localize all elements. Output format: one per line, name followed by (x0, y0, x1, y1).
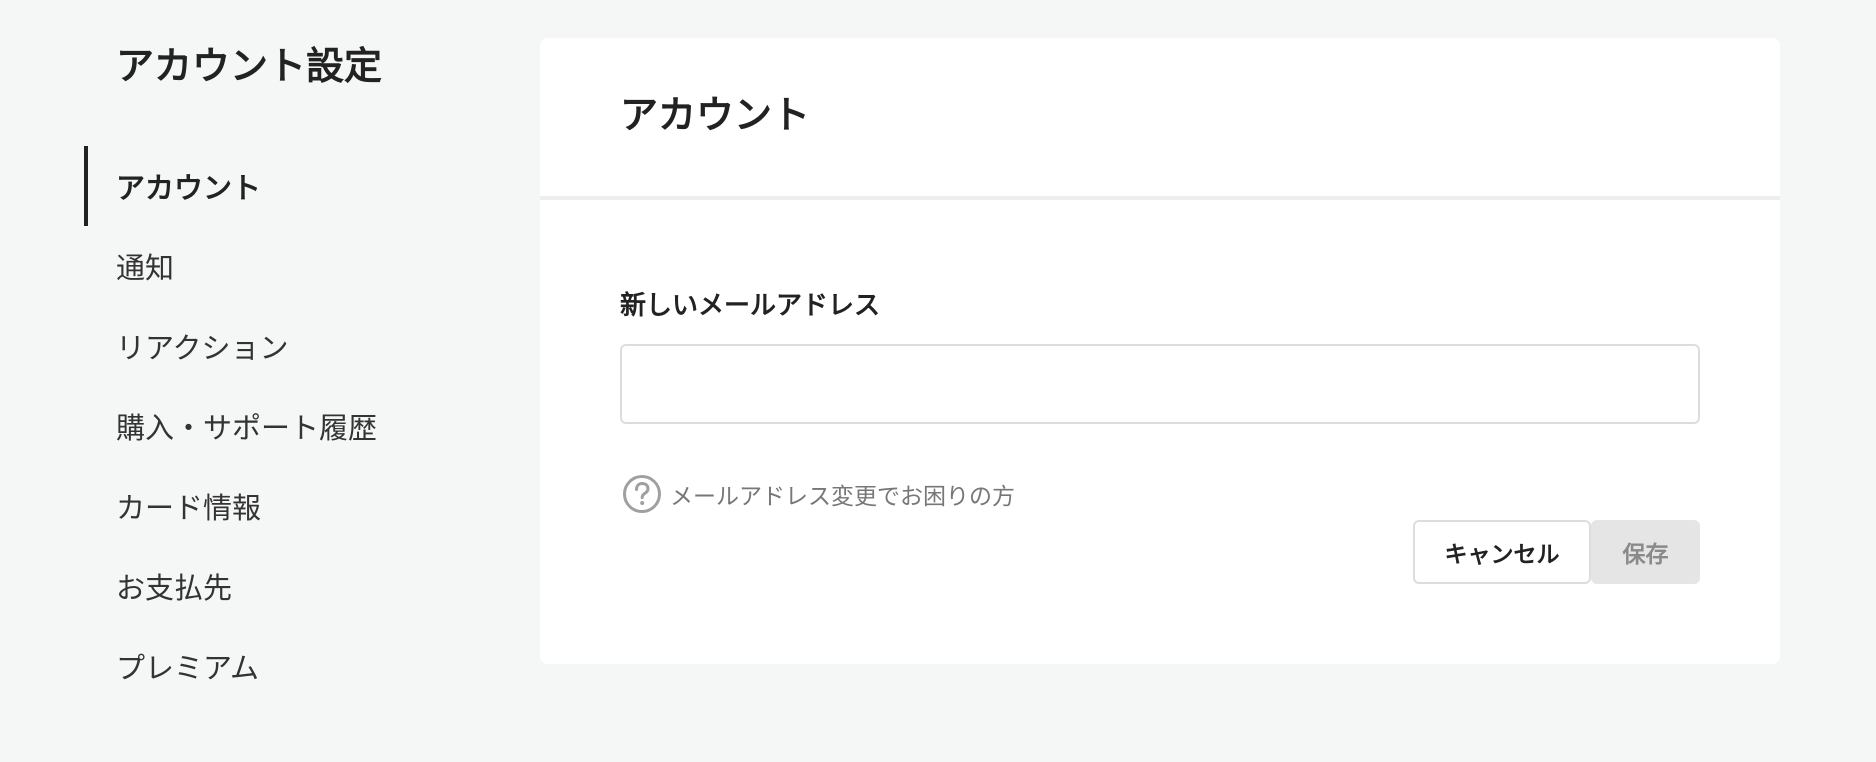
panel-header: アカウント (540, 38, 1780, 200)
account-panel: アカウント 新しいメールアドレス メールアドレス変更でお困りの方 キャンセル 保… (540, 38, 1780, 664)
page-title: アカウント (620, 93, 811, 137)
nav-item-label: 購入・サポート履歴 (116, 411, 378, 445)
nav-item-label: カード情報 (116, 491, 262, 525)
help-link-text: メールアドレス変更でお困りの方 (670, 484, 1015, 510)
settings-title: アカウント設定 (116, 44, 383, 88)
nav-item-card-info[interactable]: カード情報 (84, 466, 504, 546)
nav-item-label: プレミアム (116, 651, 259, 685)
email-field-label: 新しいメールアドレス (620, 291, 881, 321)
nav-item-label: お支払先 (116, 571, 233, 605)
email-field[interactable] (620, 344, 1700, 424)
cancel-button[interactable]: キャンセル (1413, 520, 1591, 584)
nav-item-purchase-support-history[interactable]: 購入・サポート履歴 (84, 386, 504, 466)
save-button[interactable]: 保存 (1591, 520, 1700, 584)
nav-item-account[interactable]: アカウント (84, 146, 504, 226)
email-change-help-link[interactable]: メールアドレス変更でお困りの方 (622, 474, 1015, 514)
nav-item-label: リアクション (116, 331, 289, 365)
nav-item-label: 通知 (116, 251, 175, 285)
settings-nav: アカウント 通知 リアクション 購入・サポート履歴 カード情報 お支払先 プレミ… (84, 146, 504, 706)
sidebar: アカウント設定 アカウント 通知 リアクション 購入・サポート履歴 カード情報 … (0, 0, 540, 762)
question-circle-icon (622, 474, 662, 514)
nav-item-notifications[interactable]: 通知 (84, 226, 504, 306)
nav-item-reactions[interactable]: リアクション (84, 306, 504, 386)
nav-item-payout-destination[interactable]: お支払先 (84, 546, 504, 626)
nav-item-premium[interactable]: プレミアム (84, 626, 504, 706)
nav-item-label: アカウント (116, 171, 262, 205)
